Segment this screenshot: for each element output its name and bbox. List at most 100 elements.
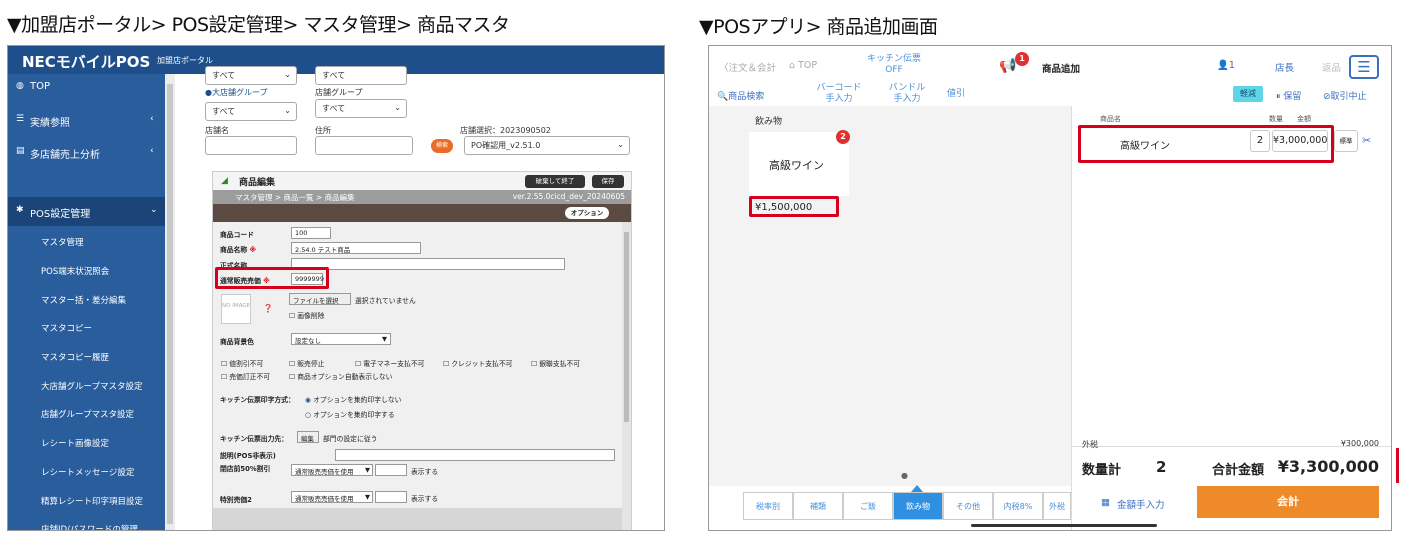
portal-brand[interactable]: NECモバイルPOS [22,51,150,72]
tab-outer-tax[interactable]: 外税 [1043,492,1071,520]
sidebar-scrollbar[interactable] [165,74,175,530]
megaphone-icon[interactable]: 📢 [999,58,1016,74]
group-select[interactable]: すべて ⌄ [315,99,407,118]
discount-button[interactable]: 値引 [947,89,965,100]
calculator-icon: ▦ [1101,497,1110,508]
product-editor: ◢ 商品編集 破棄して終了 保存 マスタ管理 > 商品一覧 > 商品編集 ver… [212,171,632,530]
submenu-item[interactable]: 店舗グループマスタ設定 [41,408,134,420]
tax-value: ¥300,000 [1340,439,1379,448]
editor-breadcrumb: マスタ管理 > 商品一覧 > 商品編集 ver.2.55.0cicd_dev_2… [213,190,631,204]
breadcrumb[interactable]: マスタ管理 > 商品一覧 > 商品編集 [235,192,355,203]
hamburger-menu-icon[interactable]: ☰ [1349,55,1379,79]
search-button[interactable]: 検索 [431,139,453,153]
store-select[interactable]: PO確認用_v2.51.0 ⌄ [464,136,630,155]
pay-button[interactable]: 会計 [1197,486,1379,518]
barcode-manual-button[interactable]: バーコード 手入力 [813,83,865,105]
radio-kitchen-no-aggregate[interactable]: ◉ オプションを集約印字しない [305,394,401,404]
product-card[interactable]: 高級ワイン [749,132,849,196]
submenu-item[interactable]: レシート画像設定 [41,437,109,449]
save-button[interactable]: 保存 [592,175,624,188]
total-amount-label: 合計金額 [1212,463,1265,478]
portal-sidebar: ◍ TOP ☰ 実績参照 ‹ ▤ 多店舗売上分析 ‹ ✱ POS設定管理 ⌄ マ… [8,74,165,530]
manager-label[interactable]: 店長 [1275,60,1294,74]
discard-button[interactable]: 破棄して終了 [525,175,585,188]
left-caption: ▼加盟店ポータル> POS設定管理> マスタ管理> 商品マスタ [7,14,510,36]
editor-scrollbar[interactable] [622,222,631,530]
discount-label: 閉店前50%割引 [220,465,271,473]
formal-name-input[interactable] [291,258,565,270]
remove-item-icon[interactable]: ✂ [1362,134,1371,147]
submenu-item[interactable]: マスタコピー [41,322,92,334]
big-group-select[interactable]: すべて ⌄ [205,102,297,121]
tab-tax-rate[interactable]: 税率別 [743,492,793,520]
radio-checked-icon: ◉ [305,396,311,404]
name-input[interactable]: 2.54.0 テスト商品 [291,242,421,254]
tab-category-1[interactable]: 補類 [793,492,843,520]
hold-button[interactable]: ⏸ 保留 [1276,89,1301,102]
checkbox-no-price-fix[interactable]: ☐ 売価訂正不可 [221,371,270,381]
bg-color-select[interactable]: 設定なし ▼ [291,333,391,345]
image-delete-checkbox[interactable]: ☐ 画像削除 [289,310,324,320]
code-input[interactable]: 100 [291,227,331,239]
submenu-item[interactable]: レシートメッセージ設定 [41,466,134,478]
special-price-input[interactable] [375,491,407,503]
store-select-label: 店舗選択：2023090502 [460,126,551,135]
discount-value-input[interactable] [375,464,407,476]
radio-big-group[interactable]: ●大店舗グループ [205,87,268,98]
tax-type-tag[interactable]: 標準 [1334,130,1358,152]
submenu-item[interactable]: マスター括・差分編集 [41,294,126,306]
btn-line: バンドル [888,83,926,93]
checkbox-no-credit[interactable]: ☐ クレジット支払不可 [443,358,512,368]
kitchen-edit-button[interactable]: 編集 [297,431,319,443]
filter-select-2[interactable]: すべて [315,66,407,85]
portal-content: すべて ⌄ すべて ●大店舗グループ 店舗グループ すべて ⌄ すべて ⌄ 店舗名 住… [175,66,664,530]
top-button[interactable]: ⌂ TOP [789,60,817,71]
submenu-item[interactable]: POS端末状況照会 [41,265,109,277]
discount-select[interactable]: 通常販売売価を使用 ▼ [291,464,373,476]
back-button[interactable]: 〈注文＆会計 [719,60,776,74]
chevron-down-icon: ⌄ [394,103,401,112]
address-input[interactable] [315,136,413,155]
reduced-tax-button[interactable]: 軽減 [1233,86,1263,102]
tab-drinks[interactable]: 飲み物 [893,492,943,520]
tab-rice[interactable]: ご飯 [843,492,893,520]
cancel-transaction-button[interactable]: ⊘取引中止 [1323,89,1367,102]
version-label: ver.2.55.0cicd_dev_20240605 [512,192,625,201]
manual-amount-button[interactable]: ▦ 金額手入力 [1081,492,1191,516]
noimage-placeholder: NO IMAGE [221,294,251,324]
filter-select-1[interactable]: すべて ⌄ [205,66,297,85]
search-button[interactable]: 🔍商品検索 [717,89,764,102]
checkbox-no-emoney[interactable]: ☐ 電子マネー支払不可 [355,358,424,368]
special-price-select[interactable]: 通常販売売価を使用 ▼ [291,491,373,503]
chevron-down-icon: ▼ [365,493,370,501]
description-input[interactable] [335,449,615,461]
option-button[interactable]: オプション [565,207,609,219]
checkbox-no-discount[interactable]: ☐ 値割引不可 [221,358,263,368]
tab-other[interactable]: その他 [943,492,993,520]
qty-total-value: 2 [1156,458,1167,476]
radio-kitchen-aggregate[interactable]: ○ オプションを集約印字する [305,409,395,419]
checkbox-no-unionpay[interactable]: ☐ 銀聯支払不可 [531,358,580,368]
kitchen-toggle[interactable]: キッチン伝票 OFF [859,54,929,76]
file-select-button[interactable]: ファイルを選択 [289,293,351,305]
cart-header-name: 商品名 [1100,115,1121,123]
radio-label: オプションを集約印字する [313,411,395,419]
user-count[interactable]: 👤1 [1217,60,1235,71]
cart-header-amount: 金額 [1297,115,1311,123]
submenu-item[interactable]: 大店舗グループマスタ設定 [41,380,143,392]
checkbox-stop-sale[interactable]: ☐ 販売停止 [289,358,324,368]
submenu-item[interactable]: 精算レシート印字項目設定 [41,495,143,507]
chevron-left-icon: ‹ [150,146,154,156]
pause-icon: ⏸ [1276,92,1281,102]
help-icon[interactable]: ❓ [263,304,273,313]
submenu-item[interactable]: 店舗ID/パスワードの管理 [41,523,138,530]
checkbox-label: 銀聯支払不可 [539,360,581,368]
checkbox-label: 画像削除 [297,312,325,320]
submenu-item[interactable]: マスタコピー履歴 [41,351,109,363]
tab-inner-tax[interactable]: 内税8% [993,492,1043,520]
bundle-manual-button[interactable]: バンドル 手入力 [881,83,933,105]
checkbox-no-auto-option[interactable]: ☐ 商品オプション自動表示しない [289,371,392,381]
return-button[interactable]: 返品 [1322,60,1341,74]
store-name-input[interactable] [205,136,297,155]
submenu-item[interactable]: マスタ管理 [41,236,84,248]
